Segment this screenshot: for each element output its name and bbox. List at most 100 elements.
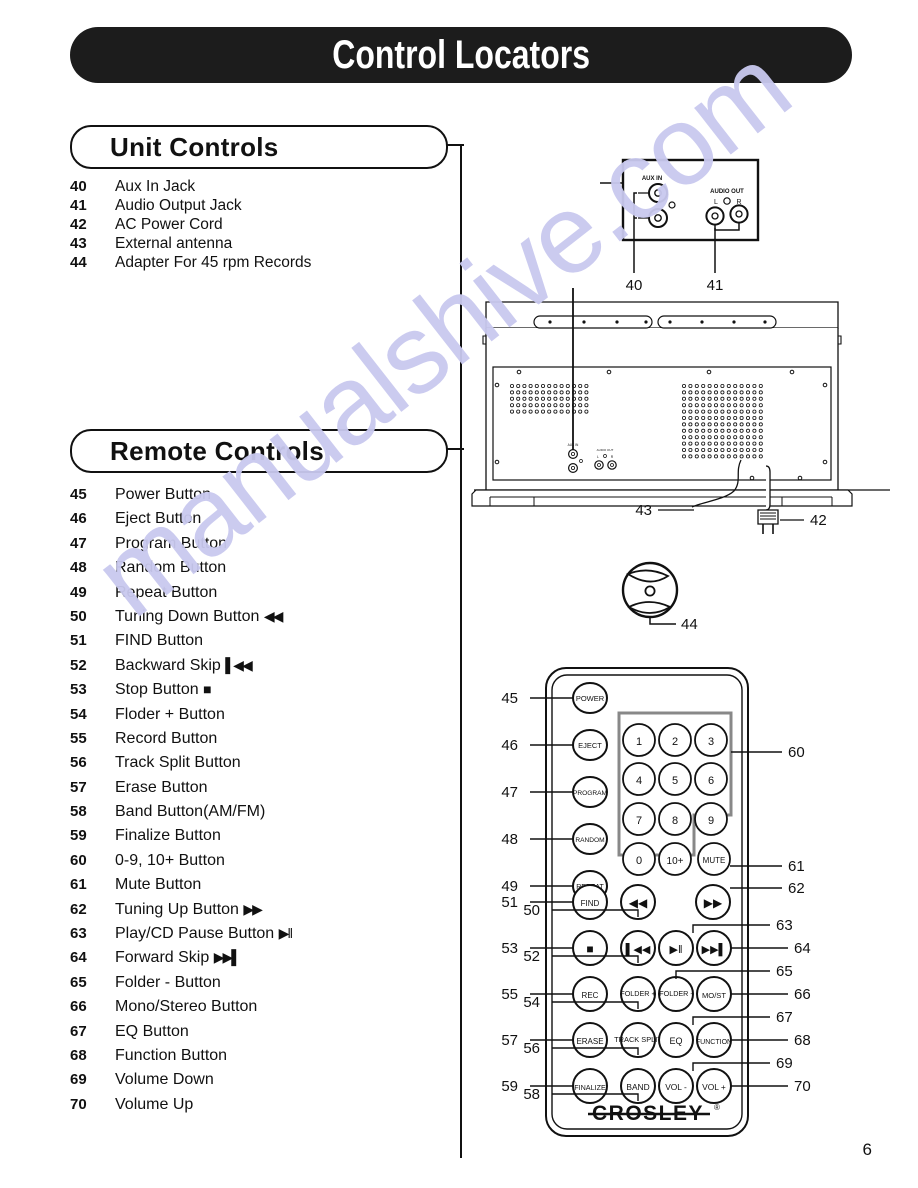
adapter-spindle-hole bbox=[644, 585, 656, 597]
item-number: 60 bbox=[70, 851, 87, 869]
callout-61: 61 bbox=[788, 858, 805, 875]
callout-66: 66 bbox=[794, 986, 811, 1003]
list-item: 47 Program Button bbox=[70, 535, 291, 559]
page-title-banner: Control Locators bbox=[70, 27, 852, 83]
page-title: Control Locators bbox=[332, 32, 590, 77]
item-number: 61 bbox=[70, 876, 87, 894]
rear-aux-jack-r-center bbox=[571, 451, 576, 456]
key-6-label: 6 bbox=[708, 775, 714, 787]
item-label-text: Mute Button bbox=[115, 876, 202, 894]
callout-51: 51 bbox=[501, 894, 518, 911]
key-0-label: 0 bbox=[636, 855, 642, 867]
item-label-text: Finalize Button bbox=[115, 827, 221, 845]
item-glyph: ▌◀◀ bbox=[225, 656, 252, 673]
item-number: 62 bbox=[70, 900, 87, 918]
item-label: Volume Down bbox=[115, 1071, 214, 1089]
key-volume-up-label: VOL + bbox=[702, 1082, 726, 1092]
key-backward-skip-glyph: ▌◀◀ bbox=[626, 942, 651, 957]
item-label: Adapter For 45 rpm Records bbox=[115, 254, 312, 271]
list-item: 63 Play/CD Pause Button ▶‖ bbox=[70, 925, 293, 949]
callout-55: 55 bbox=[501, 986, 518, 1003]
audio-out-jack-l-center bbox=[711, 212, 719, 220]
item-number: 53 bbox=[70, 681, 87, 699]
callout-45: 45 bbox=[501, 690, 518, 707]
item-number: 42 bbox=[70, 216, 87, 233]
rear-back-plate bbox=[492, 366, 832, 481]
key-1-label: 1 bbox=[636, 736, 642, 748]
callout-42: 42 bbox=[810, 512, 827, 529]
item-label-text: Volume Up bbox=[115, 1095, 194, 1113]
key-band-label: BAND bbox=[626, 1082, 649, 1092]
item-number: 41 bbox=[70, 197, 87, 214]
brand-registered-mark: ® bbox=[714, 1103, 720, 1112]
key-random-label: RANDOM bbox=[575, 837, 604, 844]
item-label-text: Floder + Button bbox=[115, 705, 225, 723]
item-label-text: Program Button bbox=[115, 534, 228, 552]
list-item: 65 Folder - Button bbox=[70, 974, 291, 998]
item-label-text: Tuning Up Button bbox=[115, 900, 244, 918]
item-label-text: Forward Skip bbox=[115, 949, 214, 967]
item-label: Band Button(AM/FM) bbox=[115, 803, 265, 821]
item-number: 43 bbox=[70, 235, 87, 252]
item-number: 44 bbox=[70, 254, 87, 271]
rear-channel-left: L bbox=[597, 455, 599, 459]
item-label: FIND Button bbox=[115, 632, 203, 650]
item-label-text: Function Button bbox=[115, 1046, 228, 1064]
list-item: 41 Audio Output Jack bbox=[70, 197, 311, 216]
list-item: 64 Forward Skip ▶▶▌ bbox=[70, 949, 291, 973]
key-4-label: 4 bbox=[636, 775, 642, 787]
item-label: Folder - Button bbox=[115, 974, 221, 992]
callout-68: 68 bbox=[794, 1032, 811, 1049]
item-number: 66 bbox=[70, 998, 87, 1016]
item-label: Eject Button bbox=[115, 510, 201, 528]
key-record-label: REC bbox=[582, 991, 599, 1000]
list-item: 49 Repeat Button bbox=[70, 584, 291, 608]
item-label-text: Band Button(AM/FM) bbox=[115, 803, 266, 821]
item-number: 51 bbox=[70, 632, 87, 650]
key-forward-skip-glyph: ▶▶▌ bbox=[702, 942, 727, 957]
list-item: 46 Eject Button bbox=[70, 510, 291, 534]
list-item: 45 Power Button bbox=[70, 486, 291, 510]
item-glyph: ▶‖ bbox=[278, 925, 293, 942]
rear-aux-jack-l-center bbox=[571, 465, 576, 470]
item-label: Finalize Button bbox=[115, 827, 221, 845]
list-item: 70 Volume Up bbox=[70, 1096, 291, 1120]
item-glyph: ■ bbox=[203, 681, 212, 698]
unit-controls-list: 40 Aux In Jack 41 Audio Output Jack 42 A… bbox=[70, 178, 311, 273]
plinth bbox=[471, 489, 853, 507]
remote-controls-list: 45 Power Button 46 Eject Button 47 Program Bu… bbox=[70, 486, 293, 1120]
item-label: Mute Button bbox=[115, 876, 201, 894]
hinge-right bbox=[657, 315, 777, 329]
callout-53: 53 bbox=[501, 940, 518, 957]
callout-43: 43 bbox=[635, 502, 652, 519]
item-number: 56 bbox=[70, 754, 87, 772]
key-5-label: 5 bbox=[672, 775, 678, 787]
remote-control-diagram: POWER EJECT PROGRAM RANDOM REPEAT 1 2 3 … bbox=[501, 667, 811, 1137]
item-number: 63 bbox=[70, 925, 87, 943]
key-play-pause-glyph: ▶‖ bbox=[669, 944, 682, 956]
item-label-text: Folder - Button bbox=[115, 973, 221, 991]
jack-panel-diagram: AUX IN AUDIO OUT L R 40 41 bbox=[600, 158, 760, 294]
list-item: 57 Erase Button bbox=[70, 779, 291, 803]
list-item: 62 Tuning Up Button ▶▶ bbox=[70, 901, 291, 925]
item-number: 50 bbox=[70, 607, 87, 625]
key-finalize-label: FINALIZE bbox=[574, 1083, 606, 1092]
item-label: Mono/Stereo Button bbox=[115, 998, 257, 1016]
callout-69: 69 bbox=[776, 1055, 793, 1072]
item-label-text: Power Button bbox=[115, 486, 212, 503]
item-label: Tuning Up Button ▶▶ bbox=[115, 900, 263, 919]
item-number: 70 bbox=[70, 1095, 87, 1113]
callout-70: 70 bbox=[794, 1078, 811, 1095]
item-number: 69 bbox=[70, 1071, 87, 1089]
callout-63: 63 bbox=[776, 917, 793, 934]
callout-leader-44 bbox=[649, 617, 676, 625]
callout-58: 58 bbox=[523, 1086, 540, 1103]
list-item: 58 Band Button(AM/FM) bbox=[70, 803, 291, 827]
callout-49: 49 bbox=[501, 878, 518, 895]
section-heading-unit-controls: Unit Controls bbox=[70, 125, 448, 169]
key-mute-label: MUTE bbox=[703, 856, 726, 865]
aux-in-jack-r-center bbox=[654, 189, 662, 197]
page-number: 6 bbox=[862, 1140, 872, 1159]
item-label: Play/CD Pause Button ▶‖ bbox=[115, 925, 293, 943]
item-label-text: FIND Button bbox=[115, 632, 204, 650]
